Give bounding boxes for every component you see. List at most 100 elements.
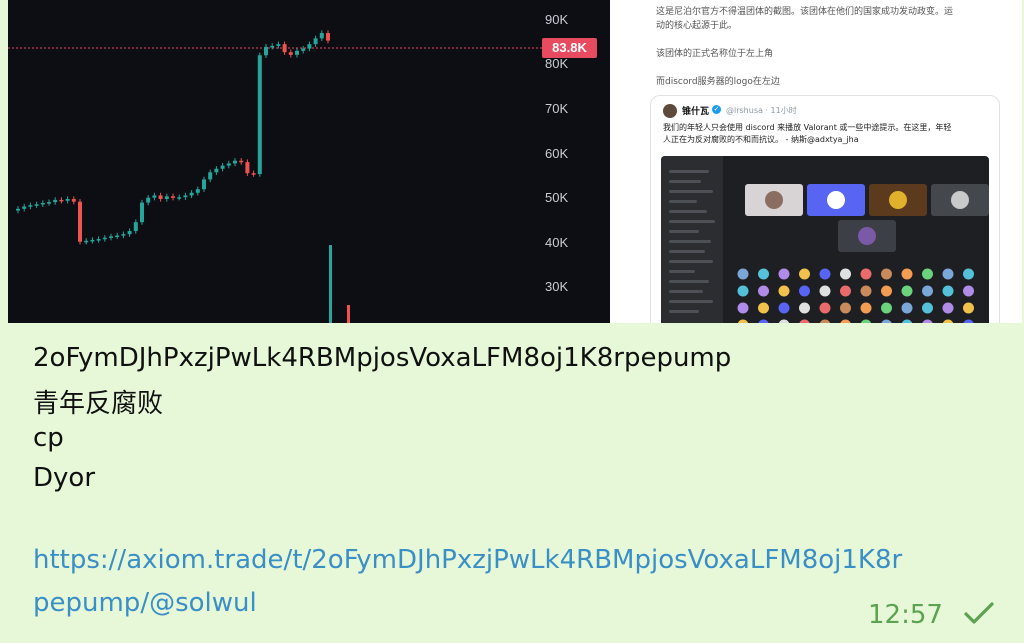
candlestick-chart	[8, 30, 542, 323]
participant-avatar	[819, 302, 831, 314]
candle-body	[47, 202, 51, 204]
candle-body	[307, 44, 312, 49]
y-tick: 60K	[545, 146, 569, 161]
double-check-icon	[964, 602, 994, 624]
candle-body	[239, 160, 244, 163]
post-text-line: 动的核心起源于此。	[656, 21, 738, 31]
y-tick: 50K	[545, 190, 569, 205]
participant-avatar	[901, 319, 913, 323]
quoted-author-name: 锥什瓦	[682, 107, 710, 117]
participant-avatar	[860, 268, 872, 280]
candle-body	[295, 50, 299, 55]
participant-avatar	[942, 302, 954, 314]
participant-grid	[737, 268, 974, 323]
post-text-line: 而discord服务器的logo在左边	[656, 77, 780, 87]
candle-body	[115, 235, 120, 237]
y-tick: 70K	[545, 101, 569, 116]
participant-avatar	[737, 319, 749, 323]
candle-body	[276, 44, 281, 46]
participant-avatar	[840, 302, 851, 314]
attached-media[interactable]: 90K 80K 70K 60K 50K 40K 30K 83.8K 这是尼泊尔官…	[8, 0, 1022, 323]
participant-avatar	[860, 285, 872, 297]
media-divider	[610, 0, 622, 323]
candle-body	[189, 192, 194, 196]
candle-body	[313, 38, 318, 45]
participant-avatar	[799, 285, 810, 297]
candle-body	[245, 162, 250, 174]
candle-body	[183, 195, 188, 198]
message-line: Dyor	[33, 463, 96, 493]
participant-avatar	[819, 268, 831, 280]
participant-avatar	[799, 319, 810, 323]
price-chart-image[interactable]: 90K 80K 70K 60K 50K 40K 30K 83.8K	[8, 0, 610, 323]
participant-avatar	[778, 319, 790, 323]
participant-avatar	[901, 302, 913, 314]
participant-avatar	[778, 285, 790, 297]
participant-avatar	[922, 285, 933, 297]
trade-link[interactable]: https://axiom.trade/t/2oFymDJhPxzjPwLk4R…	[33, 545, 902, 575]
candle-body	[65, 199, 70, 201]
participant-avatar	[922, 319, 933, 323]
candle-body	[164, 196, 169, 200]
candle-body	[301, 48, 306, 51]
participant-avatar	[758, 268, 769, 280]
participant-avatar	[881, 319, 892, 323]
message-line: 青年反腐败	[33, 389, 164, 419]
candle-body	[84, 240, 89, 243]
participant-avatar	[881, 285, 892, 297]
quoted-post: 锥什瓦 ✓ @lrshusa · 11小时 我们的年轻人只会使用 discord…	[650, 95, 1000, 323]
participant-avatar	[860, 302, 872, 314]
candle-body	[220, 165, 225, 169]
participant-avatar	[860, 319, 872, 323]
candle-body	[96, 239, 101, 241]
participant-avatar	[881, 302, 892, 314]
candle-body	[158, 195, 163, 200]
participant-avatar	[778, 302, 790, 314]
candle-body	[270, 45, 275, 48]
token-address: 2oFymDJhPxzjPwLk4RBMpjosVoxaLFM8oj1K8rpe…	[33, 343, 732, 373]
participant-avatar	[799, 302, 810, 314]
candle-body	[326, 33, 330, 41]
social-post-screenshot[interactable]: 这是尼泊尔官方不得温团体的截图。该团体在他们的国家成功发动政变。运 动的核心起源…	[622, 0, 1022, 323]
participant-avatar	[840, 268, 851, 280]
message-line: cp	[33, 423, 64, 453]
candle-body	[109, 236, 113, 238]
y-tick: 40K	[545, 235, 569, 250]
candle-body	[16, 208, 20, 211]
candle-body	[133, 222, 138, 232]
participant-avatar	[963, 302, 974, 314]
participant-avatar	[737, 302, 749, 314]
participant-avatar	[819, 319, 831, 323]
participant-avatar	[922, 302, 933, 314]
participant-avatar	[758, 285, 769, 297]
candle-body	[40, 203, 45, 205]
candle-body	[28, 205, 33, 207]
participant-avatar	[840, 285, 851, 297]
candle-body	[257, 55, 262, 175]
candle-body	[22, 206, 27, 209]
candle-body	[53, 199, 58, 203]
participant-avatar	[799, 268, 810, 280]
verified-badge-icon: ✓	[712, 105, 721, 114]
participant-avatar	[758, 302, 769, 314]
candle-body	[177, 197, 182, 199]
candle-body	[152, 195, 157, 198]
candle-body	[121, 234, 126, 236]
participant-avatar	[901, 285, 913, 297]
candle-body	[71, 199, 76, 202]
candle-body	[34, 204, 39, 206]
candle-body	[102, 237, 107, 240]
post-text-line: 该团体的正式名称位于左上角	[656, 49, 774, 59]
y-tick: 30K	[545, 279, 569, 294]
candle-body	[127, 231, 132, 235]
message-timestamp: 12:57	[868, 600, 943, 630]
participant-avatar	[737, 268, 749, 280]
candle-body	[78, 201, 82, 242]
participant-avatar	[778, 268, 790, 280]
trade-link-continued[interactable]: pepump/@solwul	[33, 588, 257, 618]
participant-avatar	[737, 285, 749, 297]
avatar	[663, 104, 677, 118]
participant-avatar	[758, 319, 769, 323]
post-text-line: 这是尼泊尔官方不得温团体的截图。该团体在他们的国家成功发动政变。运	[656, 7, 954, 17]
participant-avatar	[840, 319, 851, 323]
